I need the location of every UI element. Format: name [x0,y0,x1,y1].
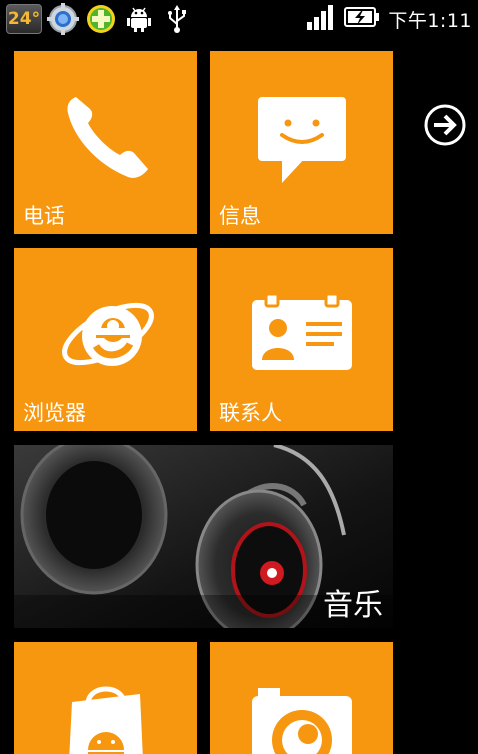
battery-charging-icon [344,6,380,32]
shopping-bag-icon [69,686,143,754]
weather-temperature: 24° [6,4,42,34]
phone-icon [67,97,148,178]
message-icon [258,97,346,183]
app-list-arrow-button[interactable] [423,103,467,147]
arrow-right-icon [424,104,466,146]
camera-icon [252,688,352,754]
security-plus-icon [84,2,118,36]
tile-phone[interactable]: 电话 [14,51,197,234]
tile-music[interactable]: 音乐 [14,445,393,628]
status-bar: 24° 下午1:11 [0,0,478,40]
home-screen: 24° 下午1:11 电话 信息 浏览器 联系人 音乐 [0,0,478,754]
tile-store[interactable] [14,642,197,754]
tile-label: 信息 [219,204,261,228]
system-status: 下午1:11 [306,2,472,36]
notification-area[interactable]: 24° [6,2,194,36]
android-debug-icon [122,2,156,36]
tile-label: 音乐 [323,588,383,623]
tile-label: 电话 [23,204,65,228]
tile-contacts[interactable]: 联系人 [210,248,393,431]
ie-icon [62,302,154,366]
tile-label: 联系人 [219,401,282,425]
tile-browser[interactable]: 浏览器 [14,248,197,431]
tile-label: 浏览器 [23,401,86,425]
tile-camera[interactable] [210,642,393,754]
signal-strength-icon [306,4,336,34]
contact-card-icon [252,292,352,370]
clock: 下午1:11 [388,9,472,32]
usb-icon [160,2,194,36]
tile-messages[interactable]: 信息 [210,51,393,234]
gear-app-icon [46,2,80,36]
